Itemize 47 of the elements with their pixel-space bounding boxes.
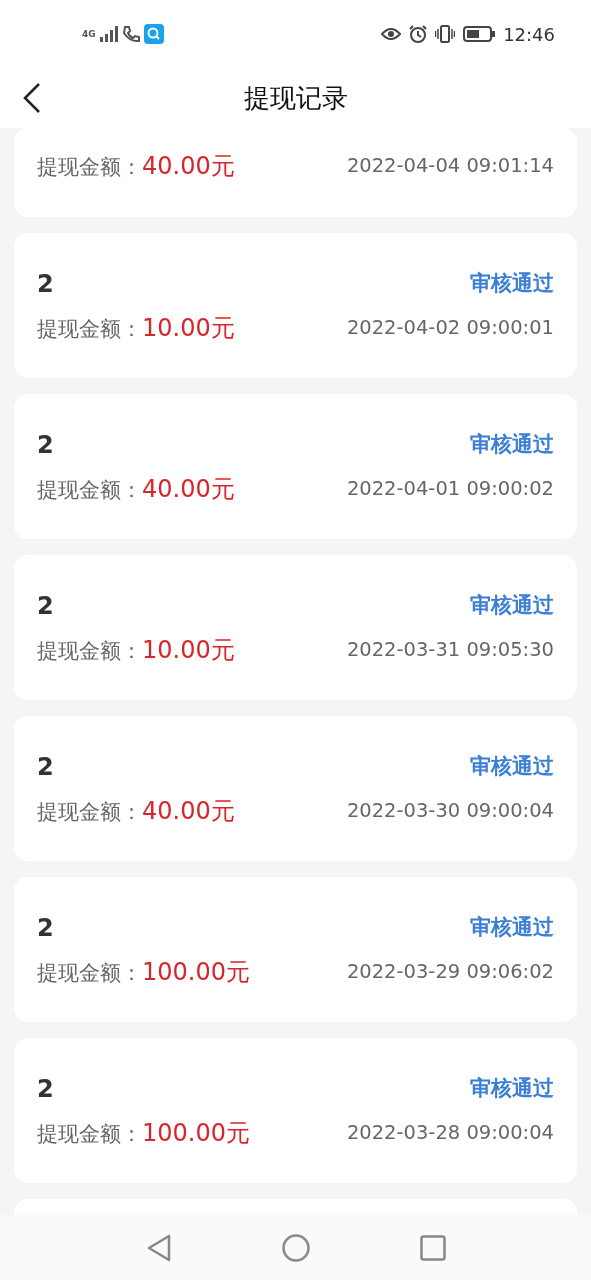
status-label: 审核通过 (470, 1074, 554, 1102)
record-name: 2 (37, 1073, 54, 1105)
home-nav-icon[interactable] (281, 1233, 310, 1262)
amount-value: 40.00元 (142, 795, 235, 827)
status-label: 审核通过 (470, 591, 554, 619)
amount-label: 提现金额： (37, 637, 142, 665)
phone-icon (121, 25, 140, 43)
record-time: 2022-03-30 09:00:04 (346, 797, 554, 824)
alarm-icon (409, 25, 428, 43)
record-name: 2 (37, 429, 54, 461)
amount-label: 提现金额： (37, 798, 142, 826)
status-time: 12:46 (503, 22, 555, 47)
record-time: 2022-03-31 09:05:30 (346, 636, 554, 663)
amount-value: 40.00元 (142, 150, 235, 182)
amount-label: 提现金额： (37, 315, 142, 343)
amount-value: 100.00元 (142, 1117, 250, 1149)
amount-value: 10.00元 (142, 312, 235, 344)
amount-label: 提现金额： (37, 1120, 142, 1148)
search-app-icon (143, 24, 164, 44)
signal-icon (99, 26, 118, 42)
record-name: 2 (37, 751, 54, 783)
record-time: 2022-03-28 09:00:04 (346, 1119, 554, 1146)
eye-icon (381, 27, 402, 41)
record-name: 2 (37, 912, 54, 944)
page-title: 提现记录 (243, 81, 348, 115)
recents-nav-icon[interactable] (419, 1234, 446, 1261)
status-label: 审核通过 (470, 752, 554, 780)
amount-value: 100.00元 (142, 956, 250, 988)
vibrate-icon (435, 25, 456, 43)
amount-value: 10.00元 (142, 634, 235, 666)
status-label: 审核通过 (470, 269, 554, 297)
status-label: 审核通过 (470, 430, 554, 458)
amount-label: 提现金额： (37, 959, 142, 987)
record-time: 2022-04-01 09:00:02 (346, 475, 554, 502)
battery-icon (463, 26, 496, 42)
amount-value: 40.00元 (142, 473, 235, 505)
amount-label: 提现金额： (37, 476, 142, 504)
record-time: 2022-04-02 09:00:01 (346, 314, 554, 341)
record-name: 2 (37, 590, 54, 622)
back-nav-icon[interactable] (145, 1233, 172, 1262)
record-name: 2 (37, 268, 54, 300)
back-button[interactable] (22, 82, 42, 114)
status-label: 审核通过 (470, 913, 554, 941)
network-type: 4G (82, 29, 96, 39)
record-time: 2022-03-29 09:06:02 (346, 958, 554, 985)
record-time: 2022-04-04 09:01:14 (346, 152, 554, 179)
amount-label: 提现金额： (37, 153, 142, 181)
